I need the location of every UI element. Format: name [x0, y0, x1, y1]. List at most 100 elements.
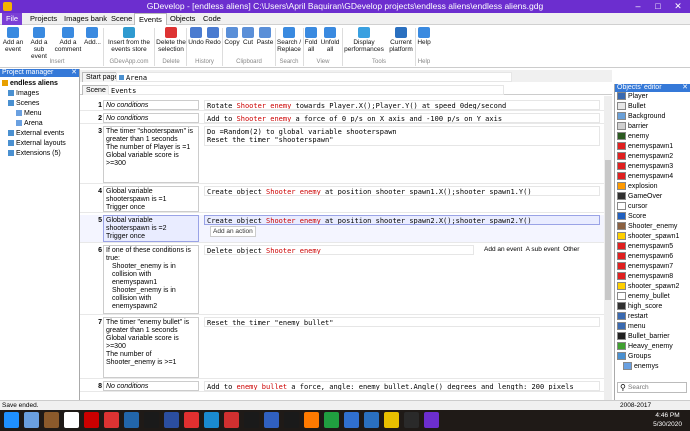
action-text[interactable]: Create object Shooter_enemy at position … — [204, 215, 600, 225]
condition-list[interactable]: If one of these conditions is true: Shoo… — [103, 245, 199, 314]
object-item[interactable]: shooter_spawn2 — [615, 282, 679, 292]
object-item[interactable]: high_score — [615, 302, 662, 312]
event-row-selected[interactable]: 5 Global variable shooterspawn is =2 Tri… — [80, 215, 604, 243]
chrome-icon[interactable] — [324, 412, 339, 428]
object-item[interactable]: enemyspawn6 — [615, 252, 673, 262]
action-text[interactable]: Add to enemy_bullet a force, angle: enem… — [204, 381, 600, 391]
condition-list[interactable]: Global variable shooterspawn is =2 Trigg… — [103, 215, 199, 242]
object-item[interactable]: enemyspawn3 — [615, 162, 673, 172]
object-item[interactable]: enemyspawn7 — [615, 262, 673, 272]
action-text[interactable]: Reset the timer "enemy bullet" — [204, 317, 600, 327]
file-explorer-icon[interactable] — [384, 412, 399, 428]
app-icon[interactable] — [124, 412, 139, 428]
object-item[interactable]: barrier — [615, 122, 648, 132]
event-row[interactable]: 6 If one of these conditions is true: Sh… — [80, 245, 604, 315]
menu-objects[interactable]: Objects — [166, 13, 199, 25]
object-item[interactable]: Heavy_enemy — [615, 342, 673, 352]
event-row[interactable]: 4 Global variable shooterspawn is =1 Tri… — [80, 186, 604, 213]
event-row[interactable]: 2 No conditions Add to Shooter_enemy a f… — [80, 113, 604, 124]
object-item[interactable]: Shooter_enemy — [615, 222, 677, 232]
add-other-link[interactable]: Other — [563, 246, 579, 253]
add-event-link[interactable]: Add an event — [484, 246, 522, 253]
search-replace-button[interactable]: Search / Replace — [276, 27, 302, 53]
menu-images-bank[interactable]: Images bank — [60, 13, 111, 25]
condition-list[interactable]: The timer "shooterspawn" is greater than… — [103, 126, 199, 183]
tab-events[interactable]: Events — [108, 85, 504, 95]
app-icon[interactable] — [204, 412, 219, 428]
redo-button[interactable]: Redo — [205, 27, 221, 46]
undo-button[interactable]: Undo — [188, 27, 204, 46]
tree-scene-arena[interactable]: Arena — [16, 119, 43, 129]
close-panel-icon[interactable]: ✕ — [71, 69, 77, 77]
object-item[interactable]: Bullet — [615, 102, 646, 112]
action-text[interactable]: Create object Shooter_enemy at position … — [204, 186, 600, 196]
condition-list[interactable]: Global variable shooterspawn is =1 Trigg… — [103, 186, 199, 212]
group-item-enemys[interactable]: enemys — [621, 362, 659, 372]
tab-arena[interactable]: Arena — [116, 72, 512, 82]
add-event-button[interactable]: Add an event — [2, 27, 24, 53]
add-sub-event-link[interactable]: A sub event — [526, 246, 560, 253]
app-icon[interactable] — [364, 412, 379, 428]
tree-scenes[interactable]: Scenes — [8, 99, 39, 109]
system-clock[interactable]: 4:46 PM 5/30/2020 — [653, 411, 682, 429]
add-action-button[interactable]: Add an action — [210, 226, 256, 237]
object-item[interactable]: enemyspawn2 — [615, 152, 673, 162]
object-item[interactable]: GameOver — [615, 192, 662, 202]
condition-text[interactable]: No conditions — [103, 100, 199, 110]
object-search-box[interactable]: ⚲ — [617, 382, 687, 393]
object-item[interactable]: enemy_bullet — [615, 292, 670, 302]
groups-node[interactable]: Groups — [615, 352, 651, 362]
object-item[interactable]: Bullet_barrier — [615, 332, 670, 342]
help-button[interactable]: Help — [417, 27, 431, 46]
app-icon[interactable] — [184, 412, 199, 428]
object-item[interactable]: enemy — [615, 132, 649, 142]
gdevelop-taskbar-icon[interactable] — [424, 412, 439, 428]
app-icon[interactable] — [164, 412, 179, 428]
tab-scene[interactable]: Scene — [82, 85, 110, 95]
close-icon[interactable]: ✕ — [668, 0, 688, 13]
object-item[interactable]: Player — [615, 92, 648, 102]
menu-events[interactable]: Events — [134, 13, 167, 25]
tree-external-layouts[interactable]: External layouts — [8, 139, 66, 149]
app-icon[interactable] — [404, 412, 419, 428]
fold-all-button[interactable]: Fold all — [304, 27, 318, 53]
app-icon[interactable] — [144, 412, 159, 428]
minimize-icon[interactable]: – — [628, 0, 648, 13]
object-search-input[interactable] — [628, 383, 684, 392]
object-item[interactable]: enemyspawn5 — [615, 242, 673, 252]
tree-extensions[interactable]: Extensions (5) — [8, 149, 61, 159]
app-icon[interactable] — [104, 412, 119, 428]
event-row[interactable]: 1 No conditions Rotate Shooter_enemy tow… — [80, 100, 604, 111]
action-list[interactable]: Do =Random(2) to global variable shooter… — [204, 126, 600, 146]
event-row[interactable]: 3 The timer "shooterspawn" is greater th… — [80, 126, 604, 184]
firefox-icon[interactable] — [304, 412, 319, 428]
tree-project[interactable]: endless aliens — [2, 79, 58, 89]
adobe-icon[interactable] — [84, 412, 99, 428]
display-performances-button[interactable]: Display performances — [343, 27, 385, 53]
unfold-all-button[interactable]: Unfold all — [319, 27, 341, 53]
paste-button[interactable]: Paste — [256, 27, 274, 46]
add-sub-event-button[interactable]: Add a sub event — [26, 27, 52, 60]
add-comment-button[interactable]: Add a comment — [54, 27, 82, 53]
app-icon[interactable] — [344, 412, 359, 428]
tree-external-events[interactable]: External events — [8, 129, 64, 139]
menu-scene[interactable]: Scene — [107, 13, 136, 25]
tree-scene-menu[interactable]: Menu — [16, 109, 42, 119]
app-icon[interactable] — [244, 412, 259, 428]
copy-button[interactable]: Copy — [224, 27, 240, 46]
menu-projects[interactable]: Projects — [26, 13, 61, 25]
delete-selection-button[interactable]: Delete the selection — [156, 27, 186, 53]
current-platform-button[interactable]: Current platform — [386, 27, 416, 53]
task-view-icon[interactable] — [24, 412, 39, 428]
cut-button[interactable]: Cut — [241, 27, 255, 46]
tree-images[interactable]: Images — [8, 89, 39, 99]
menu-file[interactable]: File — [2, 13, 23, 25]
mcafee-icon[interactable] — [64, 412, 79, 428]
maximize-icon[interactable]: □ — [648, 0, 668, 13]
condition-text[interactable]: No conditions — [103, 113, 199, 123]
menu-code[interactable]: Code — [199, 13, 225, 25]
object-item[interactable]: Background — [615, 112, 665, 122]
object-item[interactable]: restart — [615, 312, 648, 322]
object-item[interactable]: cursor — [615, 202, 647, 212]
app-icon[interactable] — [284, 412, 299, 428]
